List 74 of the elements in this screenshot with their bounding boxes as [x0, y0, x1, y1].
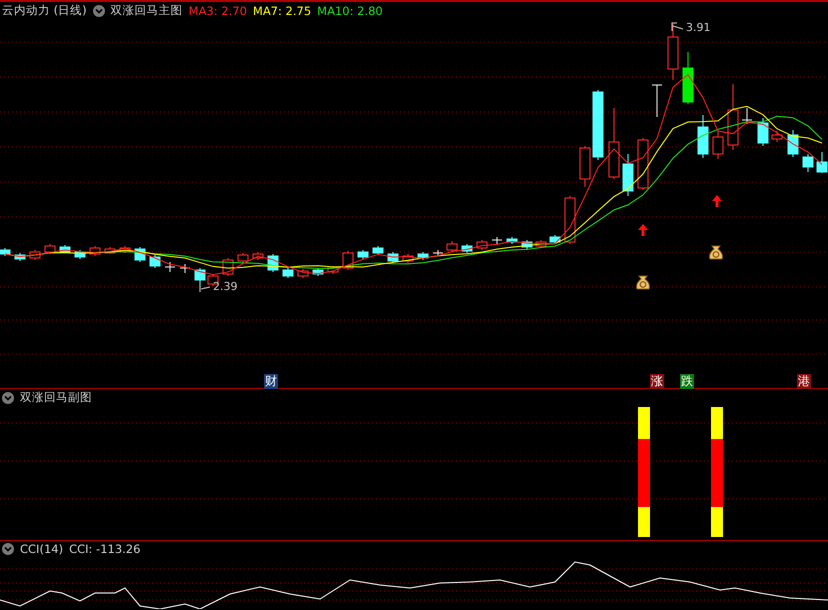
- low-price-label: 2.39: [213, 280, 238, 293]
- candlestick: [550, 234, 560, 244]
- candlestick: [816, 152, 828, 174]
- candlestick: [564, 196, 576, 244]
- candlestick: [622, 154, 634, 196]
- candlestick: [0, 248, 10, 256]
- candlestick: [638, 138, 648, 190]
- candlestick: [698, 114, 708, 158]
- candlestick: [580, 146, 590, 188]
- candlestick: [712, 130, 724, 160]
- flag-leader-icon: [672, 22, 684, 32]
- candlestick: [592, 90, 604, 160]
- stock-title: 云内动力 (日线): [2, 3, 87, 18]
- candlestick: [252, 252, 264, 260]
- cci-name: CCI(14): [20, 542, 64, 556]
- candlestick: [120, 246, 130, 254]
- cci-reading: CCI: -113.26: [69, 542, 140, 556]
- candlestick: [194, 268, 206, 288]
- candlestick: [522, 240, 532, 250]
- candlestick: [492, 236, 502, 244]
- event-tag: 涨: [650, 374, 664, 389]
- candlestick: [164, 262, 176, 272]
- candlestick: [476, 240, 488, 250]
- event-tag: 财: [264, 374, 278, 389]
- candlestick: [536, 240, 546, 248]
- candlestick: [282, 268, 294, 278]
- candlestick: [446, 240, 458, 252]
- candlestick: [788, 130, 798, 158]
- indicator-title: 双涨回马主图: [110, 3, 183, 18]
- candlestick: [298, 268, 308, 278]
- up-arrow-icon: [638, 224, 648, 236]
- dropdown-icon[interactable]: [2, 543, 14, 555]
- candlestick: [668, 24, 678, 80]
- candlestick: [432, 250, 444, 256]
- candlestick: [402, 254, 414, 264]
- ma-reading: MA3: 2.70: [188, 4, 247, 18]
- candlestick: [238, 252, 248, 264]
- ma-reading: MA10: 2.80: [317, 4, 383, 18]
- candlestick: [772, 130, 782, 142]
- candlestick: [44, 244, 56, 254]
- money-bag-icon: [636, 276, 650, 290]
- candlestick: [758, 118, 768, 146]
- candlestick: [150, 254, 160, 268]
- flag-leader-icon: [200, 286, 210, 292]
- candlestick: [742, 108, 752, 124]
- candlestick: [728, 84, 738, 150]
- candlestick: [60, 244, 70, 254]
- candlestick: [104, 246, 116, 254]
- candlestick: [312, 268, 324, 276]
- candlestick: [462, 244, 472, 254]
- high-price-label: 3.91: [686, 21, 710, 34]
- dropdown-icon[interactable]: [92, 4, 105, 16]
- candlestick: [506, 236, 518, 244]
- candlestick: [30, 250, 40, 260]
- candlestick: [372, 246, 384, 256]
- candlestick: [802, 154, 814, 172]
- event-tag: 港: [797, 374, 811, 389]
- candlestick: [74, 250, 86, 260]
- candlestick: [358, 250, 368, 260]
- candlestick: [652, 84, 662, 118]
- candlestick: [682, 52, 694, 104]
- candlestick: [608, 108, 620, 180]
- candlestick: [418, 252, 428, 260]
- candlestick: [388, 252, 398, 264]
- candlestick: [180, 264, 190, 274]
- event-tag: 跌: [680, 374, 694, 389]
- candlestick: [328, 266, 338, 274]
- candlestick: [14, 252, 26, 262]
- candlestick: [90, 246, 100, 256]
- ma-reading: MA7: 2.75: [252, 4, 312, 18]
- sub-chart-title: 双涨回马副图: [20, 390, 92, 405]
- money-bag-icon: [709, 246, 723, 260]
- up-arrow-icon: [712, 195, 722, 207]
- dropdown-icon[interactable]: [2, 392, 14, 404]
